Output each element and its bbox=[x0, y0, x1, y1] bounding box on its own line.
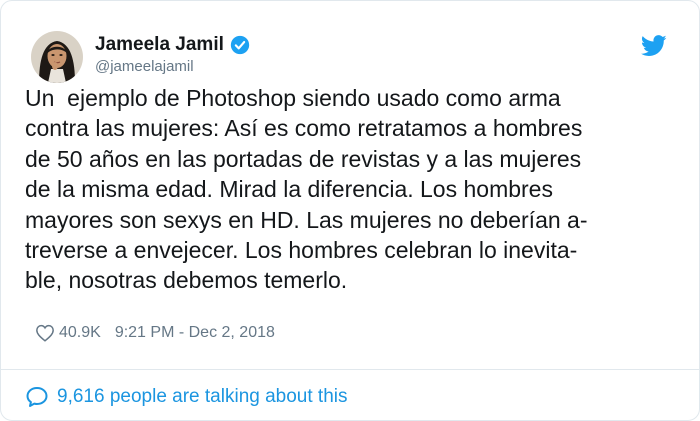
tweet-text-line: de 50 años en las portadas de revistas y… bbox=[25, 145, 582, 172]
user-handle[interactable]: @jameelajamil bbox=[95, 57, 194, 77]
tweet-text-line: de la misma edad. Mirad la diferencia. L… bbox=[25, 176, 553, 203]
tweet-header: Jameela Jamil @jameelajamil bbox=[25, 25, 677, 85]
tweet-timestamp[interactable]: 9:21 PM - Dec 2, 2018 bbox=[115, 324, 275, 342]
speech-bubble-icon bbox=[26, 387, 48, 407]
talking-about-link[interactable]: 9,616 people are talking about this bbox=[25, 384, 348, 410]
heart-icon[interactable] bbox=[35, 324, 55, 342]
tweet-text-line: Un ejemplo de Photoshop siendo usado com… bbox=[25, 85, 561, 111]
user-name-text: Jameela Jamil bbox=[95, 34, 224, 55]
twitter-logo[interactable] bbox=[640, 35, 667, 62]
tweet-text-line: treverse a envejecer. Los hombres celebr… bbox=[25, 237, 578, 264]
verified-badge-icon bbox=[230, 35, 250, 55]
tweet-text-line: contra las mujeres: Así es como retratam… bbox=[25, 115, 583, 142]
like-count[interactable]: 40.9K bbox=[59, 324, 101, 342]
avatar-image bbox=[31, 31, 83, 83]
tweet-text: Un ejemplo de Photoshop siendo usado com… bbox=[25, 83, 685, 296]
divider bbox=[1, 369, 699, 370]
avatar[interactable] bbox=[31, 31, 83, 83]
tweet-text-line: ble, nosotras debemos temerlo. bbox=[25, 267, 348, 294]
talking-about-text: 9,616 people are talking about this bbox=[57, 386, 348, 407]
twitter-bird-icon bbox=[640, 35, 667, 56]
user-name[interactable]: Jameela Jamil bbox=[95, 33, 250, 57]
tweet-card: Jameela Jamil @jameelajamil Un ejemplo d… bbox=[0, 0, 700, 421]
tweet-meta: 40.9K 9:21 PM - Dec 2, 2018 bbox=[35, 321, 275, 345]
tweet-text-line: mayores son sexys en HD. Las mujeres no … bbox=[25, 206, 588, 233]
